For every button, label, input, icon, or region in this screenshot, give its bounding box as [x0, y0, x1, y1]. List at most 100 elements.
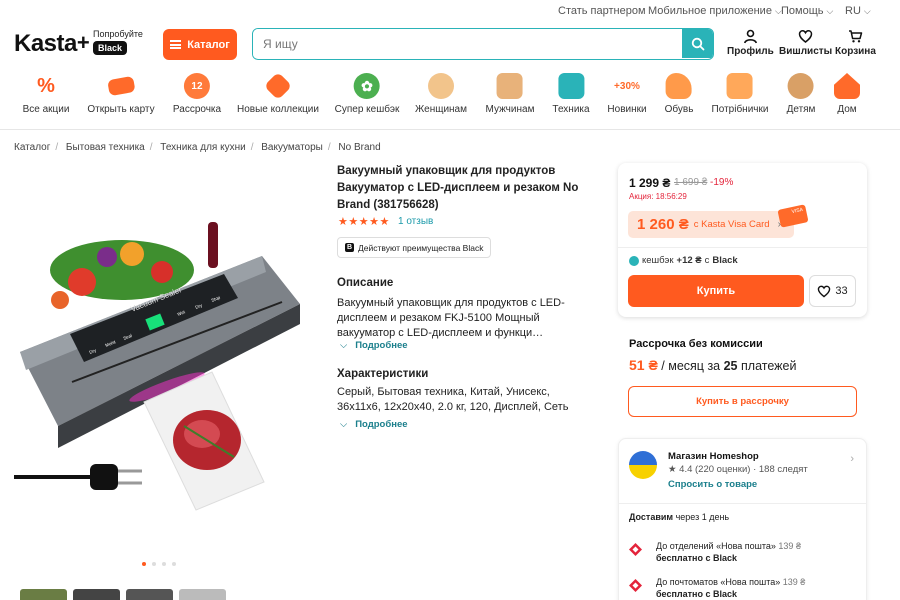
- installment-line: 51 ₴ / месяц за 25 платежей: [629, 357, 796, 373]
- visa-card-offer[interactable]: 1 260 ₴ с Kasta Visa Card ›: [628, 211, 794, 238]
- category-open-card[interactable]: Открыть карту: [87, 73, 155, 115]
- ukraine-flag-icon: [629, 451, 657, 479]
- mobile-app-menu[interactable]: Мобильное приложение ⌵: [648, 5, 782, 17]
- category-shoes[interactable]: Обувь: [665, 73, 693, 115]
- delivery-option[interactable]: До отделений «Нова пошта» 139 ₴ бесплатн…: [629, 540, 801, 564]
- mobile-app-label: Мобильное приложение: [648, 5, 772, 17]
- cart-icon: [848, 30, 863, 43]
- old-price: 1 699 ₴: [674, 177, 708, 188]
- category-tech[interactable]: Техника: [552, 73, 590, 115]
- category-kids[interactable]: Детям: [787, 73, 815, 115]
- category-home[interactable]: Дом: [834, 73, 860, 115]
- breadcrumb-item[interactable]: Техника для кухни: [160, 142, 245, 153]
- reviews-link[interactable]: 1 отзыв: [398, 216, 433, 227]
- wishlist-label: Вишлисты: [779, 46, 833, 57]
- category-women[interactable]: Женщинам: [415, 73, 467, 115]
- cart-button[interactable]: Корзина: [835, 29, 876, 57]
- wishlist-count: 33: [835, 285, 848, 297]
- buy-button[interactable]: Купить: [628, 275, 804, 307]
- breadcrumb-item[interactable]: Вакууматоры: [261, 142, 323, 153]
- category-men[interactable]: Мужчинам: [486, 73, 534, 115]
- category-label: Женщинам: [415, 104, 467, 115]
- add-to-wishlist-button[interactable]: 33: [809, 275, 856, 307]
- buy-installment-button[interactable]: Купить в рассрочку: [628, 386, 857, 417]
- pagination-dot[interactable]: [162, 562, 166, 566]
- delivery-option-price: 139 ₴: [782, 577, 806, 587]
- characteristics-more-link[interactable]: ⌵ Подробнее: [340, 419, 408, 430]
- thumbnail[interactable]: [20, 589, 67, 600]
- kasta-logo[interactable]: Kasta+: [14, 30, 90, 58]
- thumbnail[interactable]: [126, 589, 173, 600]
- black-advantage-label: Действуют преимущества Black: [358, 242, 484, 253]
- breadcrumb-separator: /: [55, 142, 59, 153]
- nova-poshta-icon: [629, 579, 642, 592]
- category-super-cashback[interactable]: ✿ Супер кешбэк: [335, 73, 399, 115]
- partner-link[interactable]: Стать партнером: [558, 5, 646, 17]
- profile-label: Профиль: [727, 46, 774, 57]
- delivery-option[interactable]: До почтоматов «Нова пошта» 139 ₴ бесплат…: [629, 576, 805, 600]
- cashback-icon: ✿: [353, 73, 380, 99]
- category-useful-things[interactable]: Потрібнички: [711, 73, 769, 115]
- installment-amount: 51 ₴: [629, 357, 658, 373]
- language-menu[interactable]: RU ⌵: [845, 5, 871, 17]
- pagination-dot[interactable]: [152, 562, 156, 566]
- try-black-text[interactable]: Попробуйте: [93, 29, 143, 39]
- product-image[interactable]: Vacuum Sealer 88 Dry Moist Seal Wet Dry …: [12, 212, 304, 512]
- black-badge[interactable]: Black: [93, 41, 128, 55]
- logo-plus: +: [76, 30, 90, 55]
- description-more-link[interactable]: ⌵ Подробнее: [340, 340, 408, 351]
- delivery-label: Доставим: [629, 512, 674, 522]
- breadcrumb-separator: /: [250, 142, 254, 153]
- current-price: 1 299 ₴: [629, 176, 671, 190]
- black-advantage-badge[interactable]: B Действуют преимущества Black: [337, 237, 492, 258]
- ask-about-product-link[interactable]: Спросить о товаре: [668, 479, 757, 490]
- language-label: RU: [845, 5, 861, 17]
- breadcrumb: Каталог / Бытовая техника / Техника для ку…: [14, 142, 381, 153]
- thumbnail[interactable]: [73, 589, 120, 600]
- pagination-dot[interactable]: [142, 562, 146, 566]
- installment-per: / месяц за: [661, 359, 721, 373]
- home-icon: [834, 73, 860, 99]
- breadcrumb-item[interactable]: Каталог: [14, 142, 50, 153]
- installment-payments: платежей: [741, 359, 797, 373]
- catalog-button[interactable]: Каталог: [163, 29, 237, 60]
- delivery-option-free: бесплатно с Black: [656, 553, 737, 563]
- help-menu[interactable]: Помощь ⌵: [781, 5, 833, 17]
- top-bar: Стать партнером Мобильное приложение ⌵ По…: [0, 0, 900, 22]
- breadcrumb-item[interactable]: No Brand: [338, 142, 380, 153]
- category-label: Новинки: [607, 104, 647, 115]
- description-text: Вакуумный упаковщик для продуктов с LED-…: [337, 297, 565, 339]
- catalog-label: Каталог: [187, 38, 230, 51]
- tech-icon: [558, 73, 584, 99]
- category-all-promos[interactable]: % Все акции: [22, 73, 70, 116]
- black-b-icon: B: [345, 243, 354, 252]
- shop-name[interactable]: Магазин Homeshop: [668, 451, 759, 462]
- category-new-arrivals[interactable]: +30% Новинки: [607, 73, 647, 116]
- category-label: Все акции: [22, 104, 70, 115]
- category-label: Потрібнички: [711, 104, 769, 115]
- thumbnail[interactable]: [179, 589, 226, 600]
- cashback-info: кешбэк +12 ₴ с Black: [629, 255, 738, 266]
- category-new-collections[interactable]: Новые коллекции: [237, 71, 319, 115]
- search-input[interactable]: [253, 29, 673, 58]
- shop-meta: ★ 4.4 (220 оценки) · 188 следят: [668, 464, 808, 475]
- pagination-dot[interactable]: [172, 562, 176, 566]
- search-button[interactable]: [682, 29, 713, 58]
- delivery-option-free: бесплатно с Black: [656, 589, 737, 599]
- men-icon: [496, 73, 523, 99]
- profile-button[interactable]: Профиль: [727, 29, 774, 57]
- visa-price: 1 260 ₴: [637, 216, 689, 233]
- search-icon: [691, 37, 704, 50]
- more-label: Подробнее: [355, 340, 408, 351]
- breadcrumb-item[interactable]: Бытовая техника: [66, 142, 145, 153]
- bear-icon: [788, 73, 814, 99]
- nova-poshta-icon: [629, 543, 642, 556]
- chevron-right-icon[interactable]: ›: [850, 453, 854, 465]
- wishlist-button[interactable]: Вишлисты: [779, 29, 832, 57]
- cashback-with: с: [704, 255, 710, 266]
- menu-icon: [170, 40, 182, 49]
- category-installment[interactable]: 12 Рассрочка: [173, 73, 221, 115]
- category-label: Дом: [837, 104, 857, 115]
- delivery-option-price: 139 ₴: [778, 541, 801, 551]
- visa-card-icon: VISA: [777, 204, 809, 228]
